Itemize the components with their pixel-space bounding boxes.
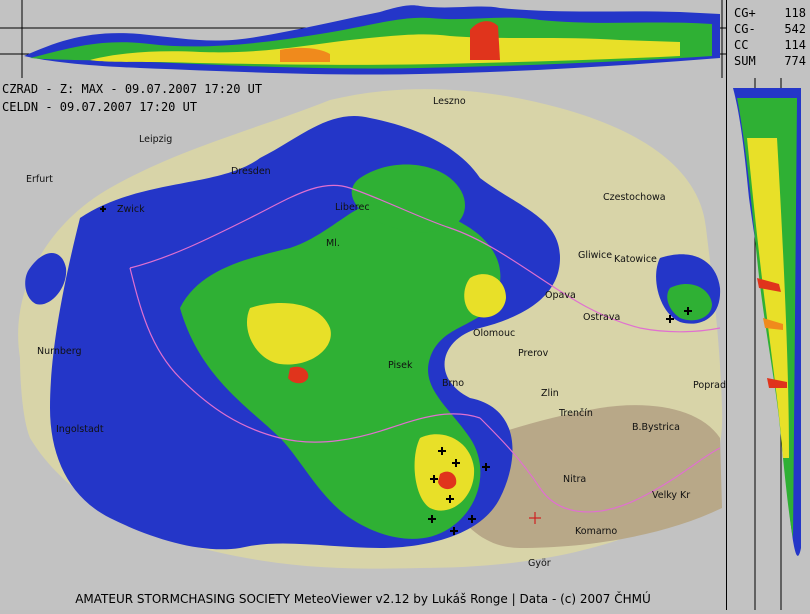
radar-product-header: CZRAD - Z: MAX - 09.07.2007 17:20 UT [2,82,263,96]
stat-value: 118 [784,6,806,20]
city-label: Brno [442,378,464,389]
city-label: Zwick [117,204,145,215]
city-label: Ingolstadt [56,424,104,435]
city-label: Nitra [563,474,586,485]
stat-label: SUM [734,54,756,68]
city-label: Ostrava [583,312,620,323]
city-label: Leszno [433,96,466,107]
stat-value: 774 [784,54,806,68]
city-label: B.Bystrica [632,422,680,433]
city-label: Erfurt [26,174,53,185]
stat-label: CC [734,38,749,52]
city-label: Opava [545,290,576,301]
stat-value: 114 [784,38,806,52]
city-label: Prerov [518,348,549,359]
city-label: Velky Kr [652,490,690,501]
lightning-product-header: CELDN - 09.07.2007 17:20 UT [2,100,198,114]
city-label: Czestochowa [603,192,666,203]
radar-map-canvas[interactable]: Leszno Leipzig Dresden Erfurt Zwick Libe… [0,78,726,588]
city-label: Gliwice [578,250,612,261]
stat-row-sum: SUM 774 [734,54,806,68]
city-label: Györ [528,558,551,569]
city-label: Poprad [693,380,726,391]
meteoviewer-window: CG+ 118 CG- 542 CC 114 SUM 774 Leszno Le… [0,0,810,610]
city-label: Katowice [614,254,657,265]
city-label: Komarno [575,526,617,537]
stat-row-cg-minus: CG- 542 [734,22,806,36]
stat-row-cc: CC 114 [734,38,806,52]
city-label: Zlin [541,388,559,399]
stat-row-cg-plus: CG+ 118 [734,6,806,20]
city-label: Pisek [388,360,413,371]
city-label: Olomouc [473,328,515,339]
radar-map[interactable]: Leszno Leipzig Dresden Erfurt Zwick Libe… [0,78,726,588]
footer-credit: AMATEUR STORMCHASING SOCIETY MeteoViewer… [0,588,726,610]
right-cross-section-panel [726,78,810,610]
city-label: Ml. [326,238,340,249]
top-cross-section-plot [0,0,726,78]
city-label: Trenčín [558,408,593,419]
top-cross-section-panel [0,0,726,79]
stat-label: CG- [734,22,756,36]
city-label: Nurnberg [37,346,82,357]
stat-value: 542 [784,22,806,36]
city-label: Dresden [231,166,271,177]
stat-label: CG+ [734,6,756,20]
right-cross-section-plot [733,78,801,610]
city-label: Leipzig [139,134,172,145]
city-label: Liberec [335,202,370,213]
